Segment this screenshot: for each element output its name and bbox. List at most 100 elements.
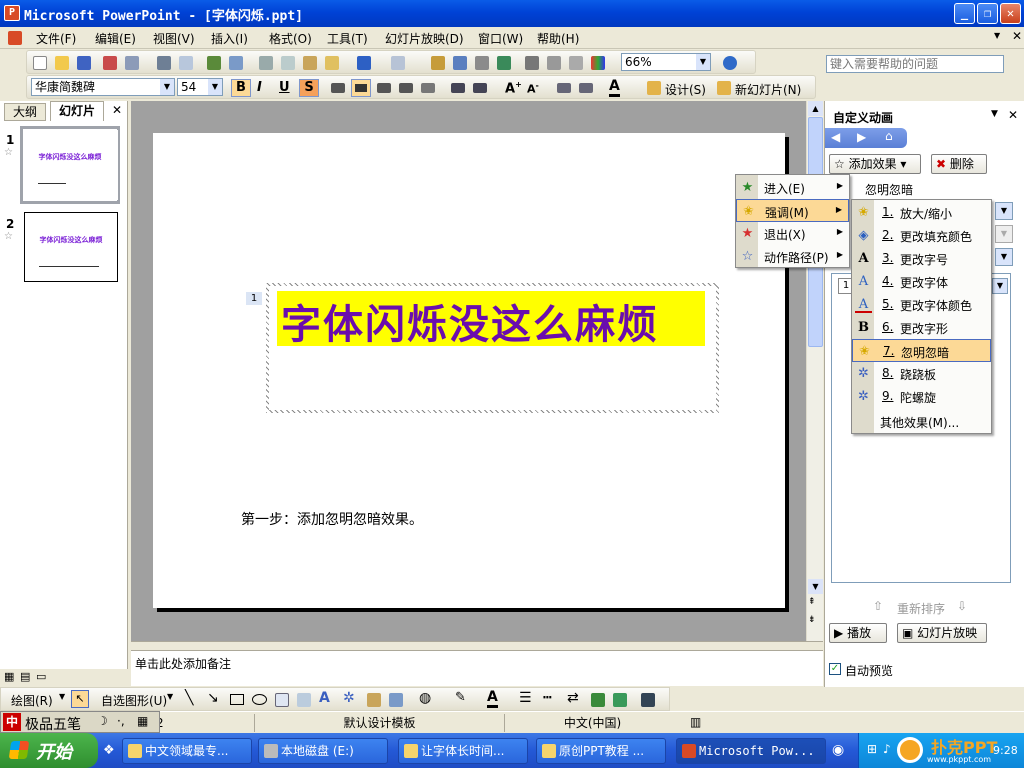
underline-button[interactable]: U [279,80,290,95]
vertical-textbox-icon[interactable] [297,693,311,707]
quicklaunch-icon[interactable]: ❖ [103,743,115,758]
menu-exit[interactable]: ★ 退出(X) ▶ [736,222,849,245]
open-icon[interactable] [55,56,69,70]
doc-icon[interactable] [8,31,22,45]
menu-edit[interactable]: 编辑(E) [95,30,136,47]
tray-extra-icon[interactable]: ◉ [832,742,844,758]
normal-view-icon[interactable]: ▦ [4,670,14,683]
justify-icon[interactable] [399,83,413,93]
add-effect-button[interactable]: ☆ 添加效果 ▾ [829,154,921,174]
copy-icon[interactable] [281,56,295,70]
ime-halfwidth-icon[interactable]: ☽ [97,714,108,728]
distribute-icon[interactable] [421,83,435,93]
menu-insert[interactable]: 插入(I) [211,30,248,47]
email-icon[interactable] [125,56,139,70]
emphasis-more-effects[interactable]: 其他效果(M)... [852,410,991,433]
autopreview-checkbox[interactable]: ✓ [829,663,841,675]
previous-slide-icon[interactable]: ⇞ [808,597,816,607]
diagram-icon[interactable]: ✲ [343,690,355,706]
slide-canvas[interactable]: 1 字体闪烁没这么麻烦 第一步：添加忽明忽暗效果。 [153,133,785,608]
slide-thumb-1[interactable]: 字体闪烁没这么麻烦 [24,130,118,200]
emphasis-item-2[interactable]: ◈ 2. 更改填充颜色 [852,224,991,247]
tables-borders-icon[interactable] [475,56,489,70]
show-formatting-icon[interactable] [547,56,561,70]
bold-button[interactable]: B [231,79,251,97]
forward-icon[interactable]: ▶ [857,130,866,144]
insert-table-icon[interactable] [453,56,467,70]
menu-format[interactable]: 格式(O) [269,30,312,47]
italic-button[interactable]: I [257,80,262,95]
property-dropdown[interactable]: ▼ [995,225,1013,243]
print-preview-icon[interactable] [179,56,193,70]
increase-font-icon[interactable]: A+ [505,80,522,96]
research-icon[interactable] [229,56,243,70]
slide-body-text[interactable]: 第一步：添加忽明忽暗效果。 [241,509,423,529]
close-button[interactable]: ✕ [1000,3,1021,24]
menu-tools[interactable]: 工具(T) [327,30,368,47]
restore-button[interactable]: ❐ [977,3,998,24]
speed-dropdown[interactable]: ▼ [995,248,1013,266]
ime-logo-icon[interactable]: 中 [3,713,21,731]
new-icon[interactable] [33,56,47,70]
expand-all-icon[interactable] [525,56,539,70]
align-center-button[interactable] [351,79,371,97]
slide-title[interactable]: 字体闪烁没这么麻烦 [281,292,659,350]
redo-icon[interactable] [391,56,405,70]
next-slide-icon[interactable]: ⇟ [808,615,816,625]
start-button[interactable]: 开始 [0,733,98,768]
tab-slides[interactable]: 幻灯片 [50,101,104,121]
undo-icon[interactable] [357,56,371,70]
cut-icon[interactable] [259,56,273,70]
spelling-status-icon[interactable]: ▥ [690,715,701,729]
save-icon[interactable] [77,56,91,70]
font-name-select[interactable]: 华康简魏碑 ▼ [31,78,175,96]
emphasis-item-4[interactable]: A 4. 更改字体 [852,270,991,293]
numbering-icon[interactable] [451,83,465,93]
decrease-indent-icon[interactable] [557,83,571,93]
wordart-icon[interactable]: A [319,690,330,706]
task-item-3[interactable]: 让字体长时间... [398,738,528,764]
home-icon[interactable]: ⌂ [885,129,893,143]
slideshow-view-icon[interactable]: ▭ [36,670,46,683]
start-dropdown[interactable]: ▼ [995,202,1013,220]
fill-color-icon[interactable]: ◍ [419,690,431,706]
menu-window[interactable]: 窗口(W) [478,30,523,47]
emphasis-item-5[interactable]: A 5. 更改字体颜色 [852,293,991,316]
scroll-down-icon[interactable]: ▼ [808,579,823,594]
sorter-view-icon[interactable]: ▤ [20,670,30,683]
rectangle-icon[interactable] [230,694,244,705]
emphasis-item-6[interactable]: B 6. 更改字形 [852,316,991,339]
help-icon[interactable] [723,56,737,70]
menu-entrance[interactable]: ★ 进入(E) ▶ [736,176,849,199]
draw-menu-button[interactable]: 绘图(R) [11,692,53,709]
line-icon[interactable]: ╲ [185,690,193,706]
menu-help[interactable]: 帮助(H) [537,30,579,47]
oval-icon[interactable] [252,694,267,705]
new-slide-button[interactable]: 新幻灯片(N) [735,81,801,98]
font-size-select[interactable]: 54 ▼ [177,78,223,96]
insert-chart-icon[interactable] [431,56,445,70]
play-button[interactable]: ▶ 播放 [829,623,887,643]
pane-close-icon[interactable]: ✕ [112,103,122,117]
list-item-dropdown[interactable]: ▼ [992,278,1008,294]
pane-menu-icon[interactable]: ▼ [991,109,998,119]
print-icon[interactable] [157,56,171,70]
bullets-icon[interactable] [473,83,487,93]
arrow-style-icon[interactable]: ⇄ [567,690,579,706]
textbox-icon[interactable] [275,693,289,707]
select-objects-icon[interactable]: ↖ [71,690,89,708]
task-item-1[interactable]: 中文领域最专... [122,738,252,764]
task-item-4[interactable]: 原创PPT教程 ... [536,738,666,764]
align-left-icon[interactable] [331,83,345,93]
menu-view[interactable]: 视图(V) [153,30,195,47]
line-style-icon[interactable]: ☰ [519,690,532,706]
3d-style-icon[interactable] [613,693,627,707]
help-search-input[interactable]: 键入需要帮助的问题 [826,55,1004,73]
shadow-button[interactable]: S [299,79,319,97]
scroll-up-icon[interactable]: ▲ [808,101,823,116]
network-icon[interactable]: ⊞ [867,742,877,756]
spelling-icon[interactable] [207,56,221,70]
align-right-icon[interactable] [377,83,391,93]
notes-splitter[interactable] [131,641,823,650]
powerpoint-icon[interactable]: P [4,5,20,21]
